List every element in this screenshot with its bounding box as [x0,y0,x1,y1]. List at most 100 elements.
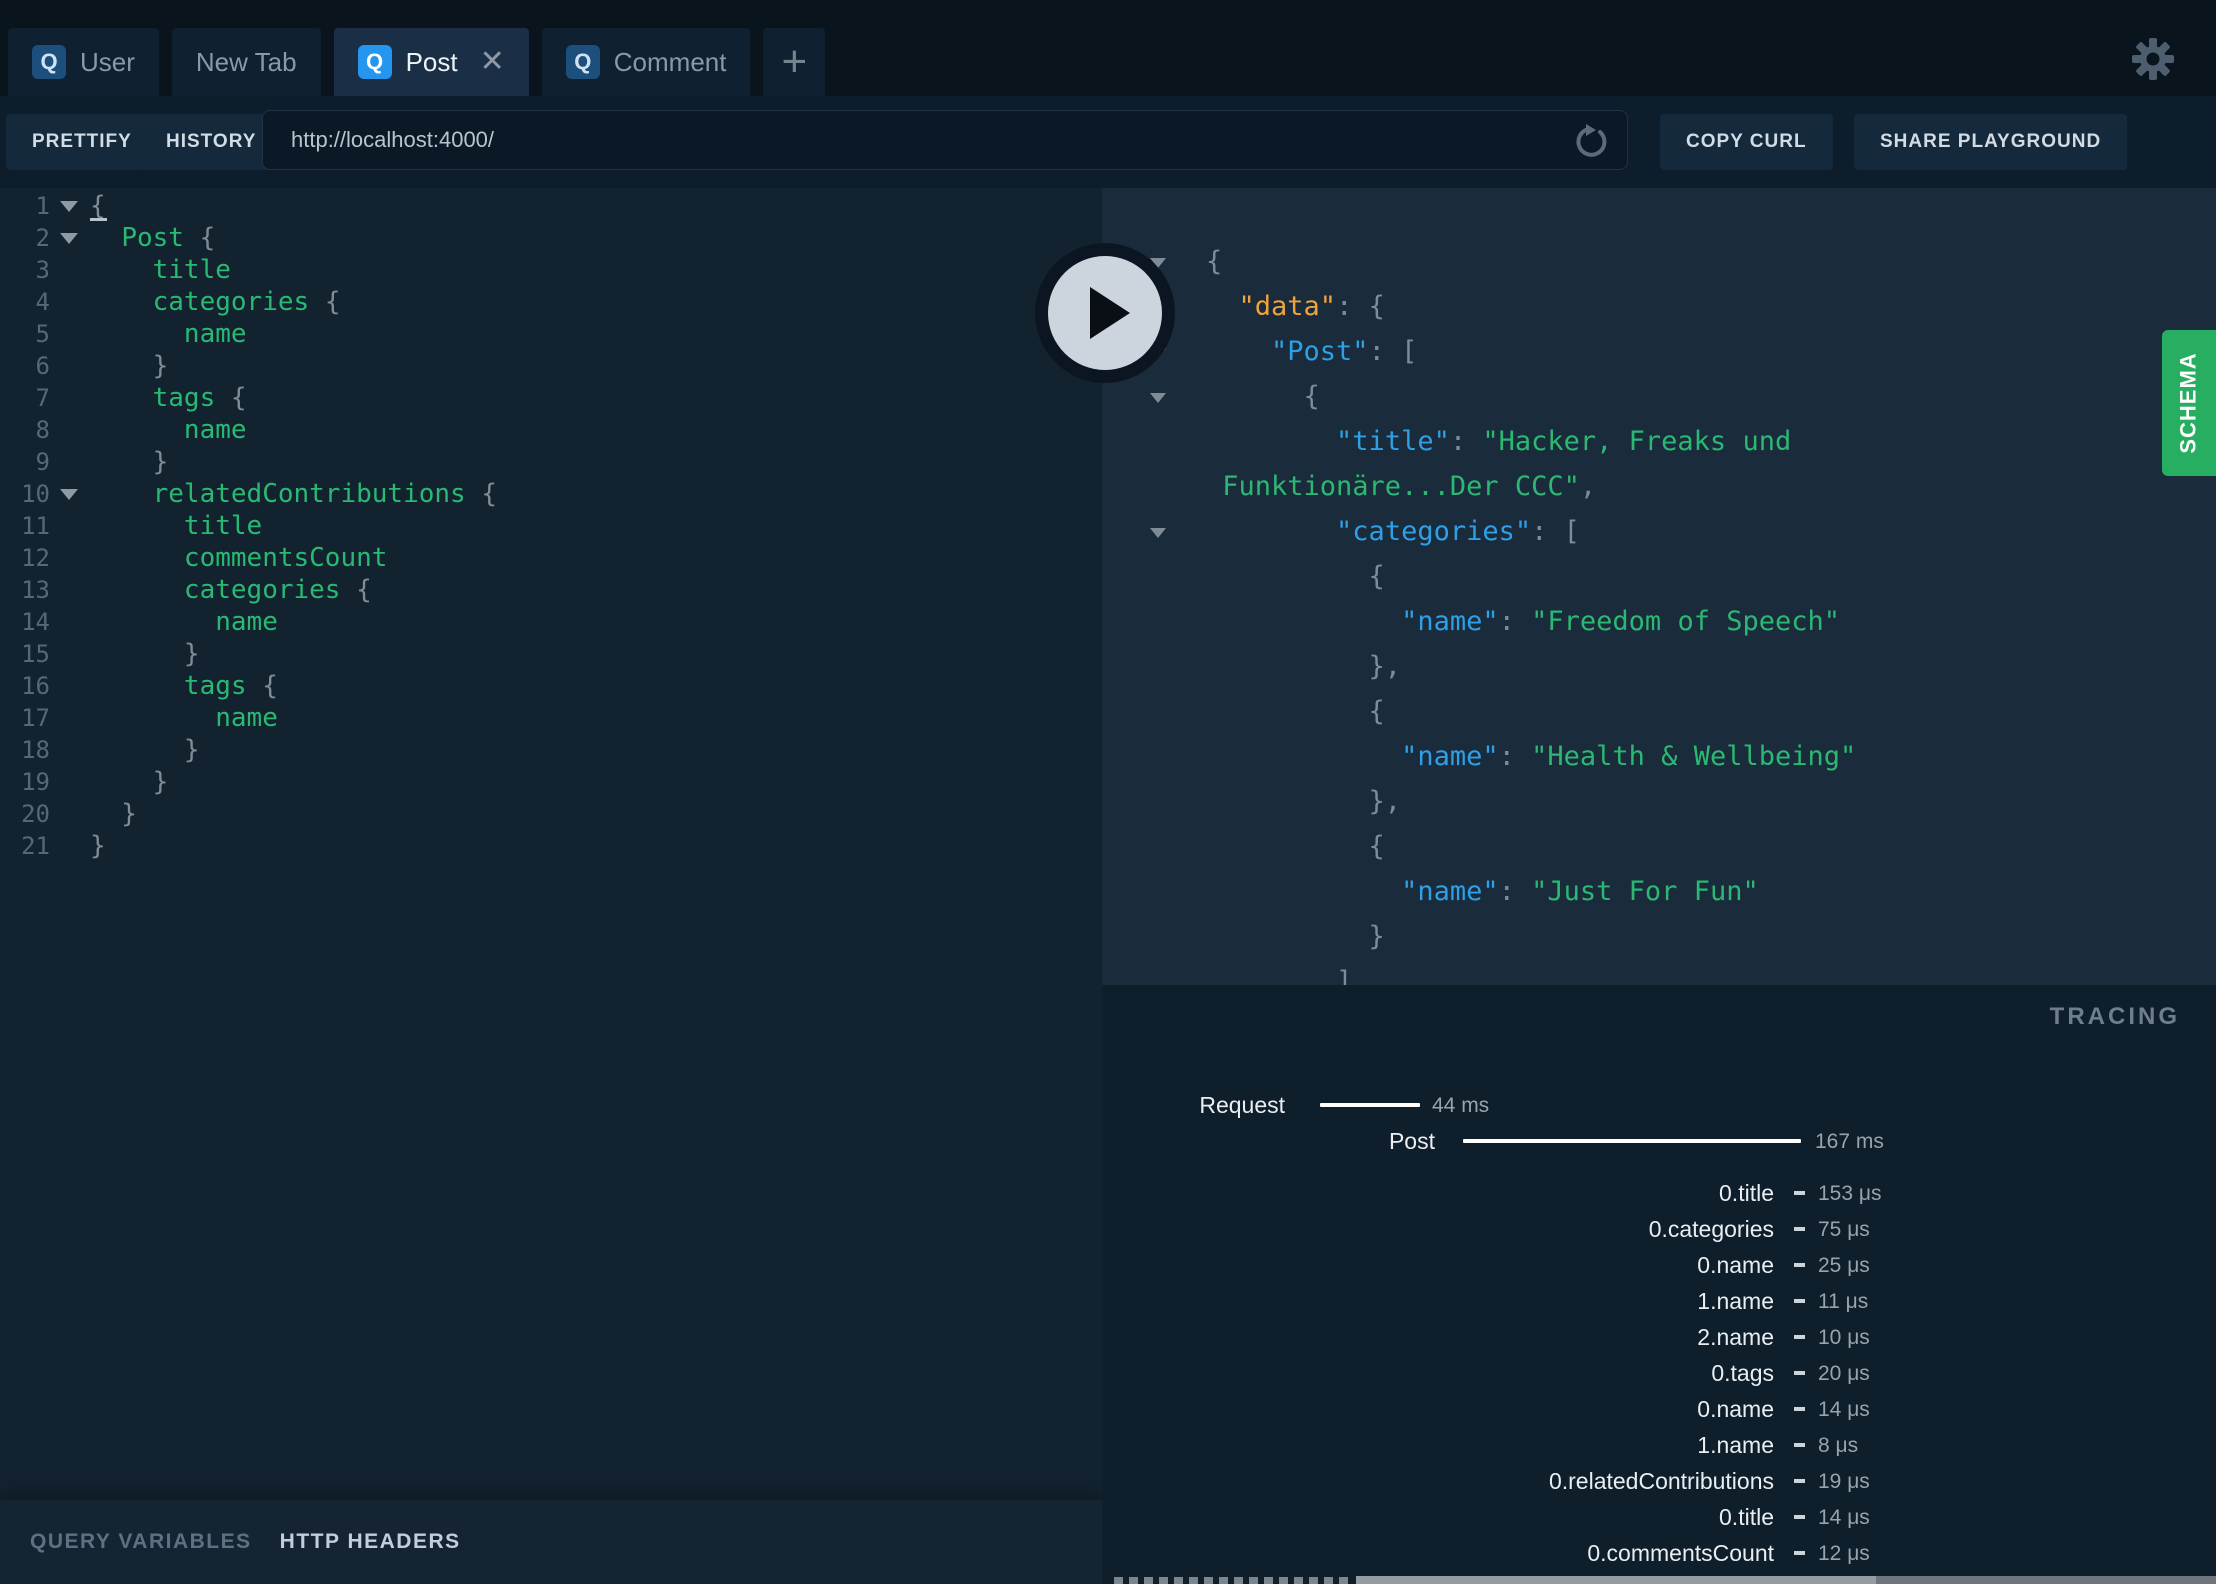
new-tab-button[interactable]: + [763,28,826,96]
response-line-text: { [1206,246,1223,277]
tracing-resolver-bar [1794,1227,1805,1231]
clipped-text-fragment [1114,1577,1354,1584]
editor-line: 13 categories { [0,574,1102,606]
response-line: { [1102,554,2216,599]
tracing-resolver-path: 0.relatedContributions [1548,1468,1774,1494]
line-number: 4 [35,288,50,316]
editor-line-text: } [90,639,200,669]
editor-line: 10 relatedContributions { [0,478,1102,510]
tracing-span-row: Request 44 ms [1102,1090,2216,1120]
share-playground-button[interactable]: SHARE PLAYGROUND [1854,114,2128,170]
tracing-resolver-path: 0.tags [1711,1360,1774,1386]
query-type-badge: Q [32,45,66,79]
response-line-text: }, [1206,786,1402,817]
editor-line: 1{ [0,190,1102,222]
endpoint-url-input[interactable] [262,110,1628,170]
toolbar: PRETTIFY HISTORY COPY CURL SHARE PLAYGRO… [0,96,2216,188]
gear-icon [2132,38,2174,80]
schema-tab-label: SCHEMA [2176,352,2201,454]
editor-line: 5 name [0,318,1102,350]
tracing-resolver-row: 0.categories 75 μs [1102,1214,2216,1244]
tracing-resolver-row: 0.commentsCount 12 μs [1102,1538,2216,1568]
response-line: { [1102,374,2216,419]
tracing-resolver-row: 1.name 11 μs [1102,1286,2216,1316]
line-number: 21 [21,832,50,860]
tracing-resolver-value: 153 μs [1818,1182,1882,1205]
top-bar: Q User New Tab Q Post ✕ Q Comment + [0,0,2216,96]
editor-line-text: } [90,447,169,477]
editor-line: 7 tags { [0,382,1102,414]
horizontal-scrollbar-thumb[interactable] [1356,1576,1876,1584]
close-tab-icon[interactable]: ✕ [480,47,505,77]
tracing-resolver-row: 0.relatedContributions 19 μs [1102,1466,2216,1496]
response-line: } [1102,914,2216,959]
tracing-resolver-path: 1.name [1697,1432,1774,1458]
tab-new-tab[interactable]: New Tab [171,28,321,96]
fold-arrow-icon[interactable] [1150,393,1166,403]
tracing-resolver-value: 10 μs [1818,1326,1870,1349]
fold-arrow-icon[interactable] [60,489,78,500]
horizontal-scrollbar[interactable] [1356,1576,2216,1584]
editor-line: 18 } [0,734,1102,766]
tab-label: Post [405,46,458,77]
response-pane: { "data": { "Post": [ { "title": "Hacker… [1102,188,2216,985]
response-line: "name": "Freedom of Speech" [1102,599,2216,644]
editor-bottom-bar: QUERY VARIABLES HTTP HEADERS [0,1500,1102,1584]
tracing-resolver-bar [1794,1371,1805,1375]
tab-comment[interactable]: Q Comment [541,28,751,96]
editor-line: 8 name [0,414,1102,446]
editor-line: 21} [0,830,1102,862]
response-line: "name": "Just For Fun" [1102,869,2216,914]
execute-query-button[interactable] [1035,243,1175,383]
query-editor-pane[interactable]: 1{2 Post {3 title 4 categories {5 name 6 }… [0,188,1102,1500]
tracing-resolver-path: 2.name [1697,1324,1774,1350]
query-variables-tab[interactable]: QUERY VARIABLES [30,1530,252,1554]
tracing-resolver-value: 20 μs [1818,1362,1870,1385]
tracing-span-value: 44 ms [1432,1094,1490,1117]
editor-line: 2 Post { [0,222,1102,254]
http-headers-tab[interactable]: HTTP HEADERS [280,1530,461,1554]
response-line-text: "categories": [ [1336,516,1580,547]
response-line: "title": "Hacker, Freaks und [1102,419,2216,464]
editor-line-text: } [90,735,200,765]
copy-curl-button[interactable]: COPY CURL [1660,114,1833,170]
line-number: 16 [21,672,50,700]
tracing-span-label: Request [1199,1092,1285,1118]
tracing-resolver-value: 14 μs [1818,1398,1870,1421]
fold-arrow-icon[interactable] [60,233,78,244]
response-line-text: "Post": [ [1271,336,1418,367]
settings-button[interactable] [2130,36,2176,82]
schema-sidebar-tab[interactable]: SCHEMA [2162,330,2216,476]
reload-schema-button[interactable] [1576,124,1610,158]
response-line-text: ] [1206,966,1353,985]
tracing-resolver-value: 25 μs [1818,1254,1870,1277]
tracing-resolver-value: 8 μs [1818,1434,1859,1457]
text-cursor [90,218,107,221]
tracing-resolver-bar [1794,1335,1805,1339]
tracing-resolver-bar [1794,1191,1805,1195]
tracing-resolver-path: 0.commentsCount [1587,1540,1774,1566]
fold-arrow-icon[interactable] [1150,528,1166,538]
editor-line-text: Post { [121,223,216,253]
editor-line: 12 commentsCount [0,542,1102,574]
tracing-title: TRACING [2049,1003,2180,1030]
tracing-resolver-path: 1.name [1697,1288,1774,1314]
fold-arrow-icon[interactable] [60,201,78,212]
response-line: "name": "Health & Wellbeing" [1102,734,2216,779]
tab-post[interactable]: Q Post ✕ [333,28,529,96]
response-line-text: }, [1206,651,1402,682]
tracing-duration-bar [1320,1103,1420,1107]
line-number: 2 [35,224,50,252]
editor-line: 3 title [0,254,1102,286]
editor-line: 17 name [0,702,1102,734]
tracing-resolver-path: 0.name [1697,1252,1774,1278]
prettify-button[interactable]: PRETTIFY [6,114,158,170]
line-number: 1 [35,192,50,220]
line-number: 5 [35,320,50,348]
line-number: 8 [35,416,50,444]
tracing-resolver-value: 75 μs [1818,1218,1870,1241]
response-line-text: { [1206,696,1385,727]
tab-user[interactable]: Q User [8,28,159,96]
tracing-resolver-bar [1794,1515,1805,1519]
response-line-text: } [1206,921,1385,952]
